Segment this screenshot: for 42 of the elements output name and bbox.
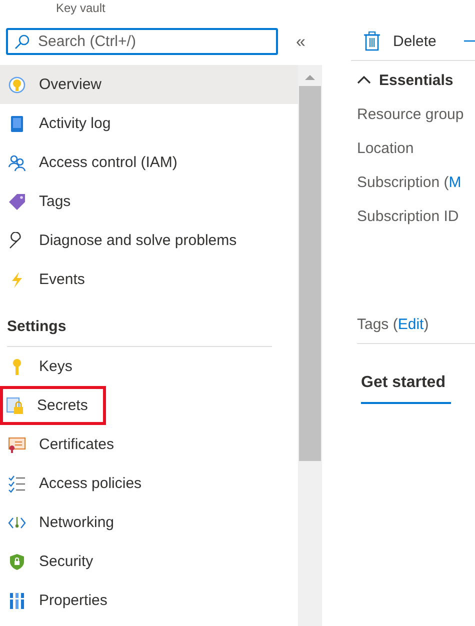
sidebar-item[interactable]: Diagnose and solve problems bbox=[0, 221, 298, 260]
essentials-toggle[interactable]: Essentials bbox=[357, 69, 475, 91]
field-label: Subscription ID bbox=[357, 208, 459, 224]
sidebar-item[interactable]: Certificates bbox=[0, 425, 298, 464]
link[interactable]: M bbox=[448, 174, 462, 190]
resource-type-label: Key vault bbox=[55, 2, 106, 14]
sidebar-item[interactable]: Tags bbox=[0, 182, 298, 221]
link[interactable]: Edit bbox=[398, 316, 424, 332]
scroll-up-icon[interactable] bbox=[303, 73, 317, 81]
field-label: Subscription ( bbox=[357, 174, 449, 190]
people-icon bbox=[8, 154, 26, 172]
trash-icon bbox=[363, 31, 381, 51]
bars-icon bbox=[8, 592, 26, 610]
sidebar-item[interactable]: Overview bbox=[0, 65, 298, 104]
lightbulb-icon bbox=[8, 76, 26, 94]
sidebar-item[interactable]: Access control (IAM) bbox=[0, 143, 298, 182]
field-label: Location bbox=[357, 140, 414, 156]
sidebar-item[interactable]: Properties bbox=[0, 581, 298, 620]
sidebar-item[interactable]: Keys bbox=[0, 347, 298, 386]
field-label: Tags ( bbox=[357, 316, 398, 332]
sidebar-item[interactable]: Networking bbox=[0, 503, 298, 542]
certificate-icon bbox=[8, 436, 26, 454]
delete-button[interactable]: Delete bbox=[363, 31, 436, 51]
sidebar-item[interactable]: Secrets bbox=[0, 386, 106, 425]
lock-document-icon bbox=[6, 396, 24, 414]
collapse-button[interactable]: « bbox=[296, 32, 306, 52]
sidebar-item[interactable]: Events bbox=[0, 260, 298, 299]
field-label: Resource group bbox=[357, 106, 464, 122]
field-label: ) bbox=[424, 316, 429, 332]
shield-icon bbox=[8, 552, 26, 570]
scrollbar[interactable] bbox=[298, 65, 322, 626]
tag-icon bbox=[8, 192, 26, 210]
sidebar-item[interactable]: Activity log bbox=[0, 104, 298, 143]
tab[interactable]: Get started bbox=[361, 374, 451, 404]
search-icon bbox=[14, 34, 30, 50]
sidebar-item[interactable]: Security bbox=[0, 542, 298, 581]
log-icon bbox=[8, 114, 26, 132]
section-heading: Settings bbox=[6, 317, 68, 337]
checklist-icon bbox=[8, 474, 26, 492]
chevron-up-icon bbox=[357, 75, 371, 85]
sidebar-item[interactable]: Access policies bbox=[0, 464, 298, 503]
search-field[interactable]: Search (Ctrl+/) bbox=[6, 28, 278, 55]
